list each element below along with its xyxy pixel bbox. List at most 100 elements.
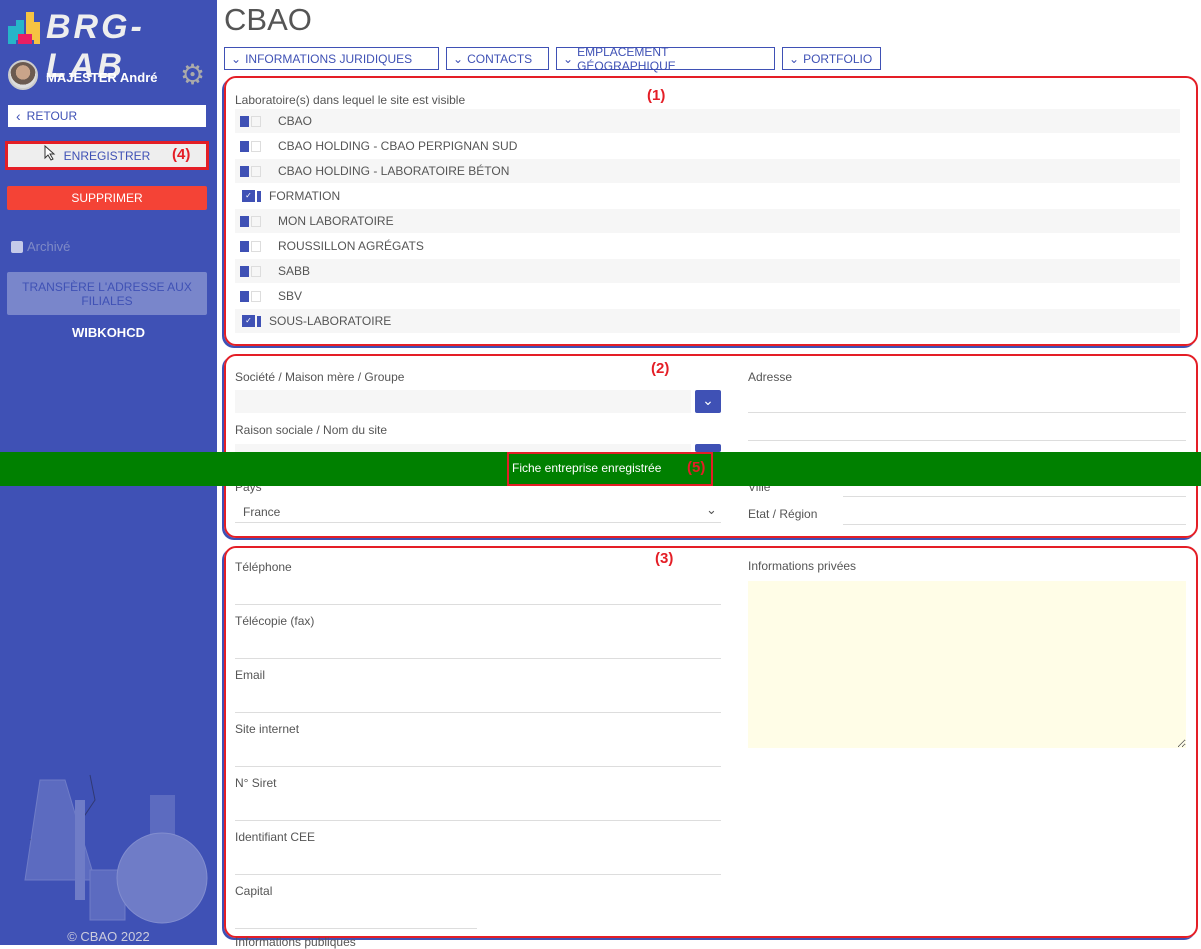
site-code: WIBKOHCD xyxy=(72,325,145,340)
back-button[interactable]: ‹ RETOUR xyxy=(8,105,206,127)
contact-field-label: Télécopie (fax) xyxy=(235,614,315,628)
lab-row[interactable]: SBV xyxy=(235,284,1180,308)
checkbox[interactable] xyxy=(240,290,249,302)
checkbox[interactable] xyxy=(11,240,23,253)
contact-field-label: Capital xyxy=(235,884,273,898)
contact-field-input[interactable] xyxy=(235,658,721,659)
lab-illustration xyxy=(24,774,208,924)
societe-select[interactable] xyxy=(235,390,691,413)
contact-field-label: Téléphone xyxy=(235,560,292,574)
chevron-down-icon: ⌄ xyxy=(453,51,464,66)
gear-icon[interactable]: ⚙ xyxy=(180,60,205,90)
chevron-down-icon: ⌄ xyxy=(563,51,574,66)
ville-input[interactable] xyxy=(843,496,1186,497)
checkbox-secondary[interactable] xyxy=(257,315,261,327)
tab-portfolio[interactable]: ⌄ PORTFOLIO xyxy=(782,47,881,70)
contact-field-label: Email xyxy=(235,668,266,682)
lab-name: SOUS-LABORATOIRE xyxy=(269,314,392,328)
raison-dropdown-button[interactable] xyxy=(695,444,721,452)
tab-informations-juridiques[interactable]: ⌄ INFORMATIONS JURIDIQUES xyxy=(224,47,439,70)
lab-name: ROUSSILLON AGRÉGATS xyxy=(278,239,424,253)
copyright: © CBAO 2022 xyxy=(67,929,150,944)
lab-row[interactable]: MON LABORATOIRE xyxy=(235,209,1180,233)
back-label: RETOUR xyxy=(26,109,78,123)
contact-field-input[interactable] xyxy=(235,712,721,713)
checkbox-secondary[interactable] xyxy=(251,265,261,277)
private-info-textarea[interactable] xyxy=(748,581,1186,748)
checkbox-secondary[interactable] xyxy=(251,165,261,177)
tab-label: INFORMATIONS JURIDIQUES xyxy=(245,51,413,66)
lab-name: CBAO HOLDING - CBAO PERPIGNAN SUD xyxy=(278,139,518,153)
user-name: MAJESTER André xyxy=(46,70,158,85)
archive-label: Archivé xyxy=(27,239,71,254)
chevron-down-icon[interactable]: ⌄ xyxy=(695,390,721,413)
annotation-5: (5) xyxy=(687,459,706,476)
societe-label: Société / Maison mère / Groupe xyxy=(235,370,405,384)
raison-select[interactable] xyxy=(235,444,691,452)
checkbox-secondary[interactable] xyxy=(251,115,261,127)
lab-row[interactable]: SABB xyxy=(235,259,1180,283)
lab-name: SBV xyxy=(278,289,303,303)
checkbox[interactable] xyxy=(240,165,249,177)
annotation-3: (3) xyxy=(655,550,674,567)
chevron-down-icon[interactable]: ⌄ xyxy=(706,502,717,518)
lab-name: CBAO xyxy=(278,114,313,128)
contact-field-input[interactable] xyxy=(235,928,477,929)
adresse-line1[interactable] xyxy=(748,412,1186,413)
lab-row[interactable]: ROUSSILLON AGRÉGATS xyxy=(235,234,1180,258)
private-info-label: Informations privées xyxy=(748,559,857,573)
lab-row[interactable]: CBAO HOLDING - LABORATOIRE BÉTON xyxy=(235,159,1180,183)
contact-field-label: Site internet xyxy=(235,722,300,736)
contact-field-input[interactable] xyxy=(235,604,721,605)
annotation-2: (2) xyxy=(651,360,670,377)
etat-input[interactable] xyxy=(843,524,1186,525)
checkbox[interactable]: ✓ xyxy=(242,190,255,202)
pays-value[interactable]: France xyxy=(243,505,280,519)
checkbox[interactable] xyxy=(240,140,249,152)
lab-name: FORMATION xyxy=(269,189,341,203)
save-label: ENREGISTRER xyxy=(63,148,151,163)
lab-row[interactable]: CBAO xyxy=(235,109,1180,133)
chevron-left-icon: ‹ xyxy=(16,108,21,124)
adresse-line2[interactable] xyxy=(748,440,1186,441)
lab-name: CBAO HOLDING - LABORATOIRE BÉTON xyxy=(278,164,510,178)
contact-field-label: Identifiant CEE xyxy=(235,830,316,844)
contact-field-input[interactable] xyxy=(235,766,721,767)
lab-row[interactable]: ✓ SOUS-LABORATOIRE xyxy=(235,309,1180,333)
page-title: CBAO xyxy=(224,2,312,37)
tab-emplacement[interactable]: ⌄ EMPLACEMENT GÉOGRAPHIQUE xyxy=(556,45,775,73)
tab-label: CONTACTS xyxy=(467,51,533,66)
checkbox[interactable]: ✓ xyxy=(242,315,255,327)
archive-checkbox[interactable]: Archivé xyxy=(11,239,70,254)
checkbox[interactable] xyxy=(240,265,249,277)
annotation-1: (1) xyxy=(647,87,666,104)
contact-field-input[interactable] xyxy=(235,820,721,821)
lab-name: SABB xyxy=(278,264,311,278)
labs-label: Laboratoire(s) dans lequel le site est v… xyxy=(235,93,466,107)
checkbox[interactable] xyxy=(240,115,249,127)
lab-row[interactable]: ✓ FORMATION xyxy=(235,184,1180,208)
checkbox[interactable] xyxy=(240,215,249,227)
contact-field-label: N° Siret xyxy=(235,776,277,790)
checkbox-secondary[interactable] xyxy=(251,215,261,227)
delete-button[interactable]: SUPPRIMER xyxy=(7,186,207,210)
checkbox-secondary[interactable] xyxy=(257,190,261,202)
chevron-down-icon: ⌄ xyxy=(789,51,800,66)
transfer-address-button[interactable]: TRANSFÈRE L'ADRESSE AUX FILIALES xyxy=(7,272,207,315)
annotation-box-5 xyxy=(507,452,713,486)
public-info-label: Informations publiques xyxy=(235,935,356,949)
lab-row[interactable]: CBAO HOLDING - CBAO PERPIGNAN SUD xyxy=(235,134,1180,158)
raison-label: Raison sociale / Nom du site xyxy=(235,423,388,437)
annotation-4: (4) xyxy=(172,146,191,163)
tab-label: PORTFOLIO xyxy=(803,51,873,66)
checkbox-secondary[interactable] xyxy=(251,290,261,302)
checkbox-secondary[interactable] xyxy=(251,140,261,152)
checkbox-secondary[interactable] xyxy=(251,240,261,252)
logo-icon xyxy=(8,12,40,44)
cursor-icon xyxy=(44,145,56,161)
avatar[interactable] xyxy=(8,60,38,90)
checkbox[interactable] xyxy=(240,240,249,252)
tab-contacts[interactable]: ⌄ CONTACTS xyxy=(446,47,549,70)
contact-field-input[interactable] xyxy=(235,874,721,875)
pays-underline xyxy=(235,522,721,523)
